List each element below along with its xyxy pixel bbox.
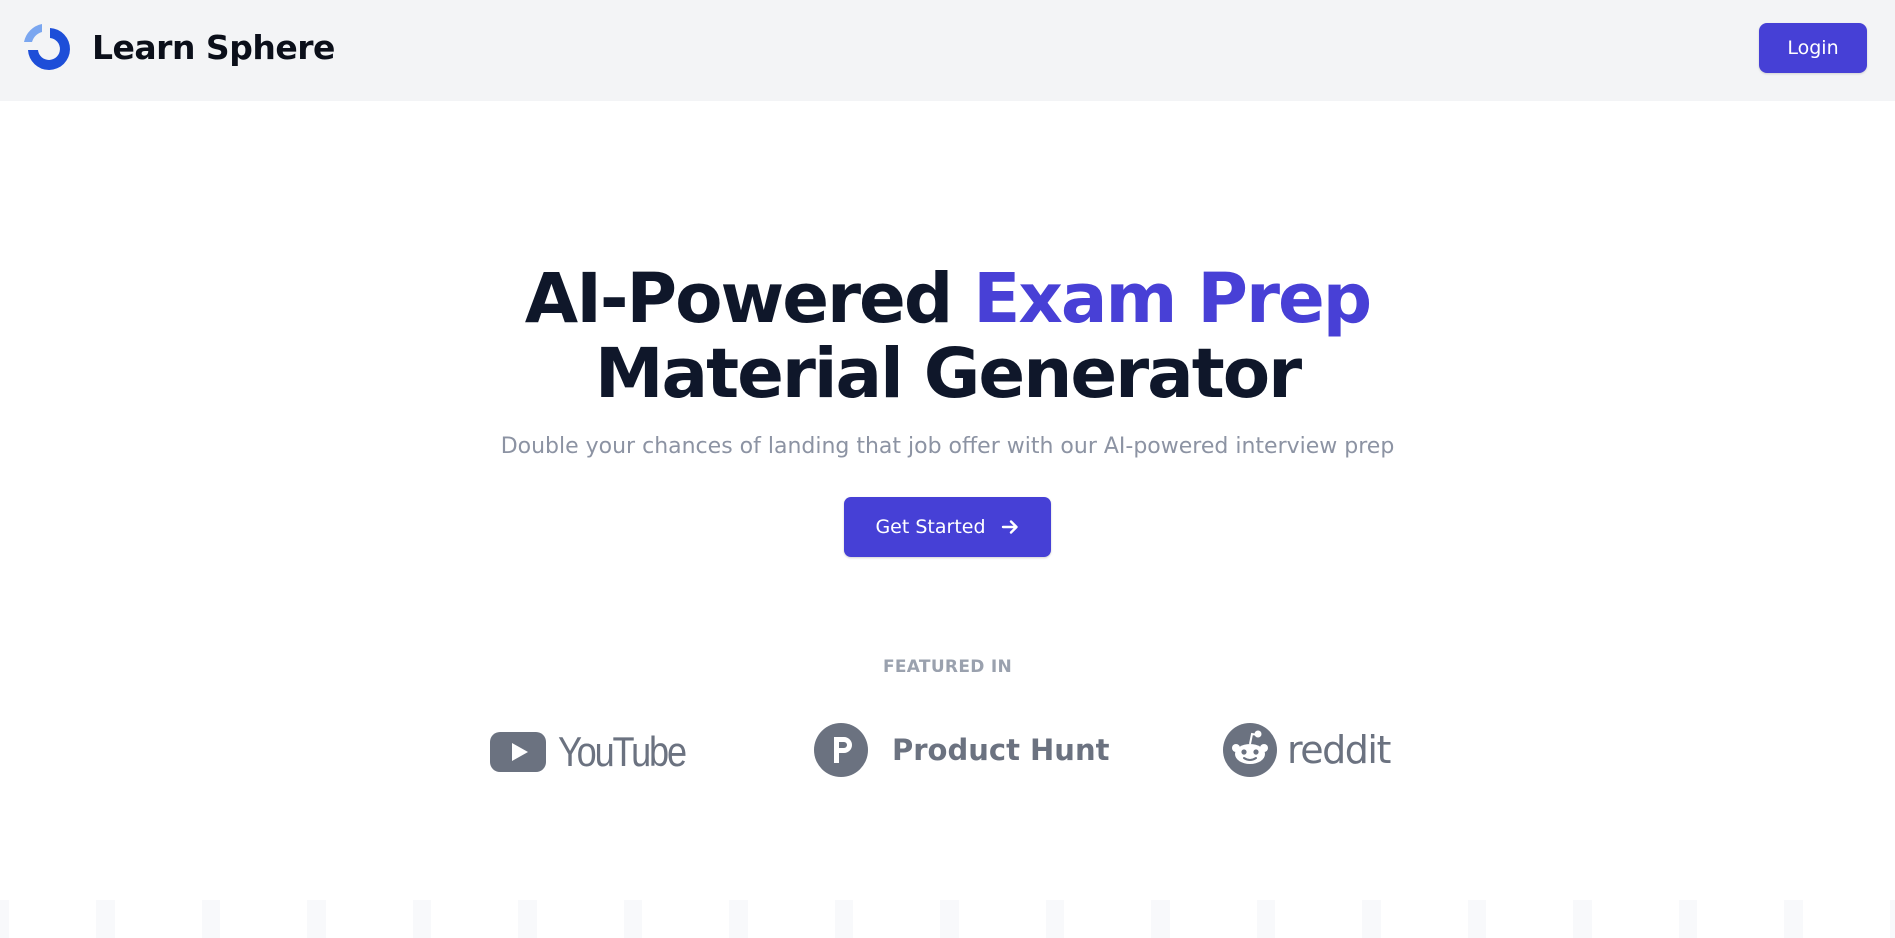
grid-tile (325, 112, 413, 199)
hero-title-accent: Exam Prep (973, 259, 1372, 339)
arrow-right-icon (1001, 520, 1018, 534)
grid-tile (536, 639, 624, 727)
grid-tile (1380, 850, 1468, 938)
grid-tile (1802, 112, 1890, 199)
grid-tile (853, 639, 940, 727)
grid-tile (114, 850, 202, 938)
grid-tile (1697, 639, 1784, 727)
grid-tile (958, 112, 1046, 199)
grid-tile (325, 639, 413, 727)
hero-title-line2: Material Generator (594, 334, 1302, 414)
product-hunt-logo[interactable]: Product Hunt (814, 723, 1109, 777)
reddit-alien-icon (1223, 723, 1277, 777)
grid-tile (536, 112, 624, 199)
grid-tile (853, 112, 940, 199)
circular-arc-logo-icon (24, 24, 70, 70)
grid-tile (1275, 850, 1362, 938)
hero-title: AI-Powered Exam Prep Material Generator (0, 262, 1895, 412)
grid-tile (1697, 112, 1784, 199)
youtube-wordmark: YouTube (558, 728, 687, 775)
grid-tile (747, 850, 835, 938)
grid-tile (747, 639, 835, 727)
get-started-button[interactable]: Get Started (844, 497, 1051, 557)
grid-tile (642, 850, 729, 938)
hero-title-part1: AI-Powered (524, 259, 974, 339)
grid-tile (220, 112, 307, 199)
youtube-play-icon (490, 732, 546, 772)
grid-tile (1486, 112, 1573, 199)
grid-tile (1802, 639, 1890, 727)
grid-tile (1169, 112, 1257, 199)
grid-tile (1802, 850, 1890, 938)
grid-tile (220, 850, 307, 938)
featured-in-label: FEATURED IN (882, 657, 1013, 677)
reddit-logo[interactable]: reddit (1223, 723, 1391, 777)
grid-tile (747, 112, 835, 199)
grid-tile (1064, 850, 1151, 938)
grid-tile (9, 112, 96, 199)
grid-tile (9, 639, 96, 727)
top-nav: Learn Sphere Login (0, 0, 1895, 101)
grid-tile (958, 850, 1046, 938)
login-button[interactable]: Login (1759, 23, 1867, 73)
brand-name: Learn Sphere (92, 27, 335, 67)
grid-tile (1591, 850, 1679, 938)
grid-tile (1380, 112, 1468, 199)
grid-tile (1486, 850, 1573, 938)
grid-tile (1486, 639, 1573, 727)
grid-tile (431, 850, 518, 938)
youtube-logo[interactable]: YouTube (490, 728, 706, 776)
grid-tile (1275, 112, 1362, 199)
grid-tile (1275, 639, 1362, 727)
grid-tile (220, 639, 307, 727)
grid-tile (431, 639, 518, 727)
grid-tile (1169, 850, 1257, 938)
grid-tile (1064, 112, 1151, 199)
brand[interactable]: Learn Sphere (20, 20, 335, 74)
hero-section: AI-Powered Exam Prep Material Generator … (0, 262, 1895, 557)
grid-tile (1697, 850, 1784, 938)
grid-tile (114, 112, 202, 199)
grid-tile (9, 850, 96, 938)
grid-tile (536, 850, 624, 938)
featured-logos: YouTube Product Hunt reddit (0, 720, 1895, 780)
grid-tile (1591, 639, 1679, 727)
grid-tile (431, 112, 518, 199)
get-started-label: Get Started (875, 516, 986, 538)
product-hunt-p-icon (814, 723, 868, 777)
grid-tile (642, 112, 729, 199)
grid-tile (853, 850, 940, 938)
grid-tile (1591, 112, 1679, 199)
grid-tile (325, 850, 413, 938)
grid-tile (114, 639, 202, 727)
grid-tile (1380, 639, 1468, 727)
reddit-wordmark: reddit (1287, 728, 1391, 772)
grid-tile (1169, 639, 1257, 727)
grid-tile (642, 639, 729, 727)
product-hunt-wordmark: Product Hunt (892, 733, 1110, 767)
hero-subtitle: Double your chances of landing that job … (500, 434, 1395, 459)
grid-tile (958, 639, 1046, 727)
grid-tile (1064, 639, 1151, 727)
